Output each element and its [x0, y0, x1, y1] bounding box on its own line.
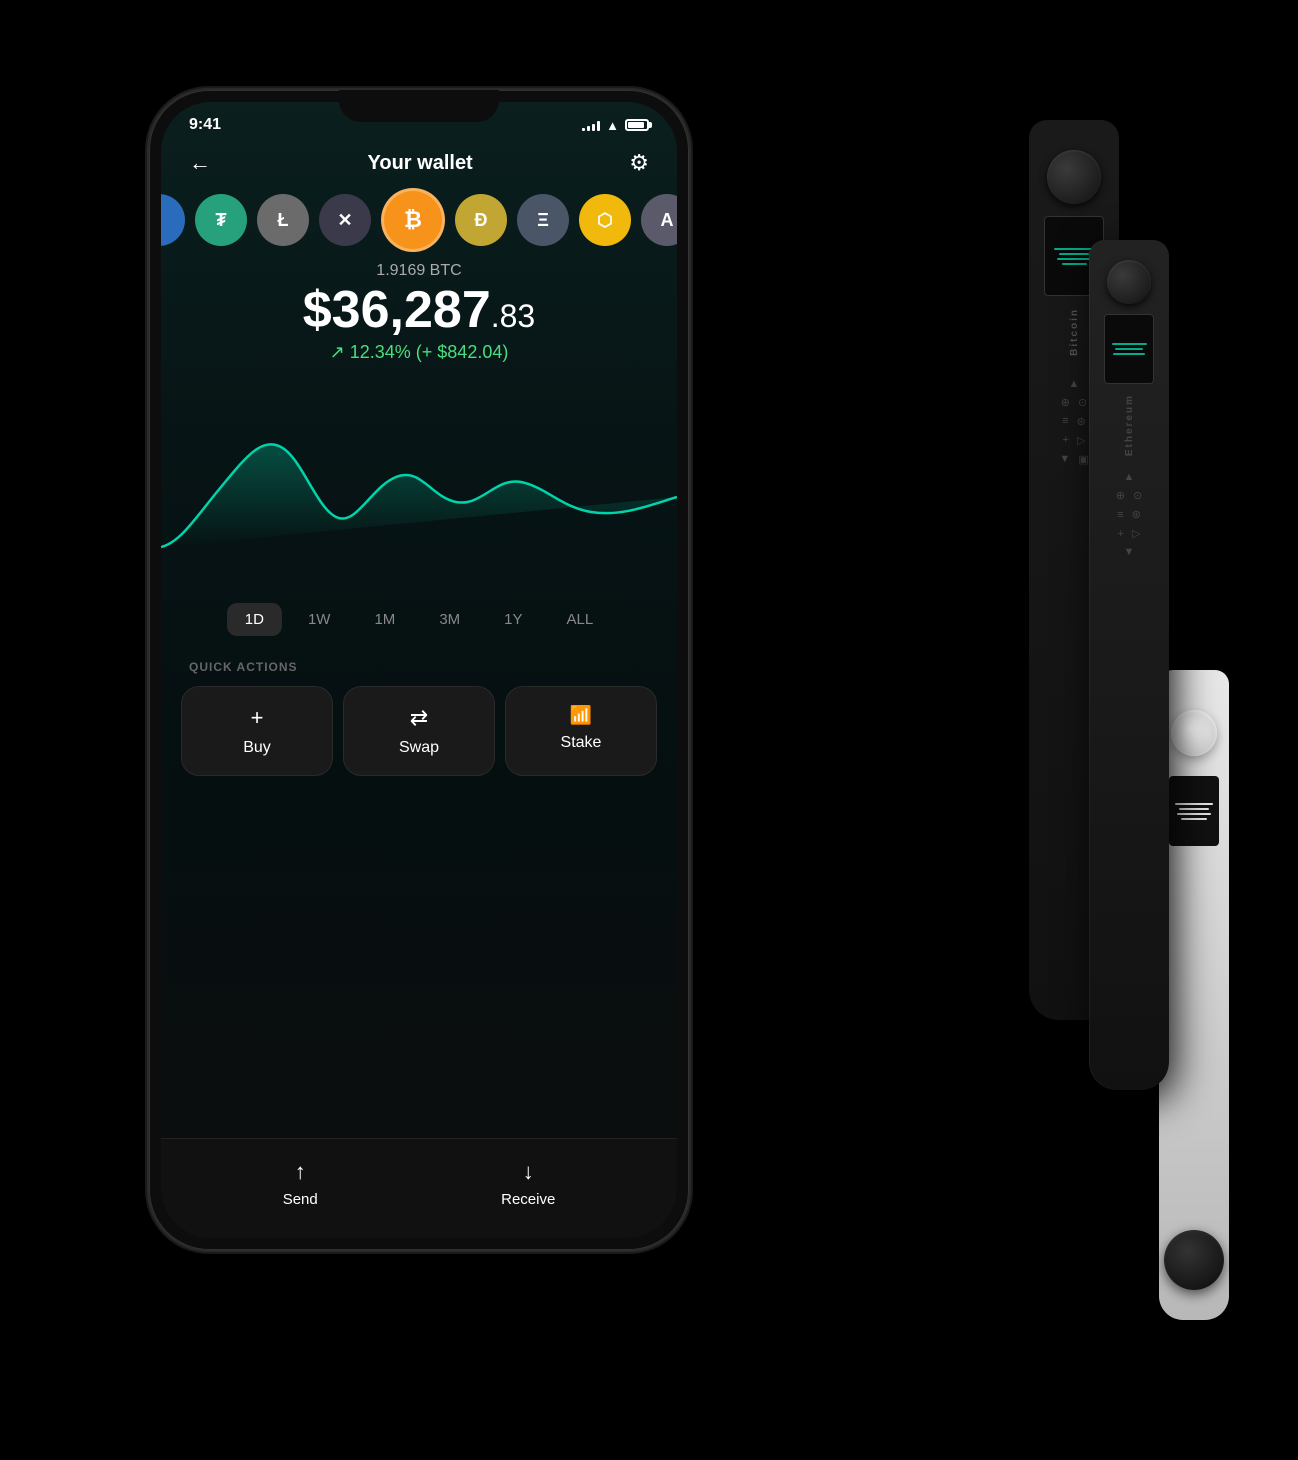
coin-item-btc[interactable]: ₿ — [381, 188, 445, 252]
stake-button[interactable]: 📶 Stake — [505, 686, 657, 776]
hardware-wallet-white — [1159, 670, 1229, 1320]
phone-device: 9:41 ▲ ← Your wallet — [149, 90, 689, 1250]
hw-front-c6: ▷ — [1132, 527, 1140, 540]
hw-icon-3: ≡ — [1062, 415, 1068, 427]
balance-crypto: 1.9169 BTC — [181, 262, 657, 280]
buy-label: Buy — [243, 739, 271, 757]
send-icon: ↑ — [295, 1159, 306, 1185]
coin-item-doge[interactable]: Ð — [455, 194, 507, 246]
hw-front-label: Ethereum — [1124, 394, 1135, 456]
battery-icon — [625, 119, 649, 131]
hw-icon-1: ⊕ — [1061, 396, 1070, 409]
hw-white-screen — [1169, 776, 1219, 846]
swap-button[interactable]: ⇄ Swap — [343, 686, 495, 776]
price-chart — [161, 387, 677, 587]
hw-front-c1: ⊕ — [1116, 489, 1125, 502]
time-btn-all[interactable]: ALL — [549, 603, 612, 636]
plus-icon: + — [251, 705, 264, 731]
hw-front-screen — [1104, 314, 1154, 384]
bottom-navigation: ↑ Send ↓ Receive — [161, 1138, 677, 1238]
coin-row: ₮ Ł ✕ ₿ Ð Ξ ⬡ A — [161, 188, 677, 252]
coin-item-algo[interactable]: A — [641, 194, 677, 246]
receive-button[interactable]: ↓ Receive — [501, 1159, 555, 1208]
swap-label: Swap — [399, 739, 439, 757]
time-btn-1w[interactable]: 1W — [290, 603, 349, 636]
coin-item-partial[interactable] — [161, 194, 185, 246]
hw-front-button — [1107, 260, 1151, 304]
coin-item-tether[interactable]: ₮ — [195, 194, 247, 246]
coin-item-litecoin[interactable]: Ł — [257, 194, 309, 246]
balance-change: ↗ 12.34% (+ $842.04) — [181, 342, 657, 363]
swap-icon: ⇄ — [410, 705, 428, 731]
buy-button[interactable]: + Buy — [181, 686, 333, 776]
hw-icon-7: ▣ — [1078, 453, 1088, 466]
receive-icon: ↓ — [523, 1159, 534, 1185]
quick-actions-row: + Buy ⇄ Swap 📶 Stake — [161, 686, 677, 776]
hw-front-up: ▲ — [1124, 471, 1135, 483]
balance-usd: $36,287.83 — [181, 284, 657, 336]
time-range-selector: 1D 1W 1M 3M 1Y ALL — [161, 587, 677, 652]
time-btn-1d[interactable]: 1D — [227, 603, 282, 636]
scene: 9:41 ▲ ← Your wallet — [99, 40, 1199, 1420]
hw-icon-6: ▷ — [1077, 434, 1085, 447]
hw-icon-2: ⊙ — [1078, 396, 1087, 409]
balance-section: 1.9169 BTC $36,287.83 ↗ 12.34% (+ $842.0… — [161, 252, 677, 363]
coin-item-bnb[interactable]: ⬡ — [579, 194, 631, 246]
hw-white-bottom-circle — [1164, 1230, 1224, 1290]
phone-screen: 9:41 ▲ ← Your wallet — [161, 102, 677, 1238]
send-label: Send — [283, 1191, 318, 1208]
time-btn-1m[interactable]: 1M — [356, 603, 413, 636]
chart-svg — [161, 387, 677, 587]
status-time: 9:41 — [189, 116, 221, 134]
balance-cents: .83 — [491, 298, 535, 334]
balance-main: $36,287 — [303, 281, 491, 339]
wifi-icon: ▲ — [606, 118, 619, 133]
hw-front-c2: ⊙ — [1133, 489, 1142, 502]
time-btn-3m[interactable]: 3M — [421, 603, 478, 636]
quick-actions-label: QUICK ACTIONS — [161, 652, 677, 686]
status-icons: ▲ — [582, 118, 649, 133]
hw-icon-4: ⊛ — [1077, 415, 1086, 428]
hw-down-icon: ▼ — [1059, 453, 1070, 465]
hw-front-down: ▼ — [1124, 546, 1135, 558]
back-button[interactable]: ← — [189, 150, 211, 176]
page-header: ← Your wallet ⚙ — [161, 134, 677, 188]
chart-fill — [161, 444, 677, 547]
hw-white-button — [1171, 710, 1217, 756]
coin-item-xrp[interactable]: ✕ — [319, 194, 371, 246]
receive-label: Receive — [501, 1191, 555, 1208]
stake-icon: 📶 — [570, 705, 592, 726]
signal-icon — [582, 119, 600, 131]
hw-controls-back: ▲ ⊕ ⊙ ≡ ⊛ + ▷ ▼ ▣ — [1059, 378, 1088, 466]
stake-label: Stake — [561, 734, 602, 752]
hw-back-label: Bitcoin — [1069, 308, 1080, 356]
hw-main-button — [1047, 150, 1101, 204]
hw-front-controls: ▲ ⊕ ⊙ ≡ ⊛ + ▷ ▼ — [1116, 471, 1142, 558]
send-button[interactable]: ↑ Send — [283, 1159, 318, 1208]
phone-notch — [339, 90, 499, 122]
hardware-wallet-front: Ethereum ▲ ⊕ ⊙ ≡ ⊛ + ▷ ▼ — [1089, 240, 1169, 1090]
time-btn-1y[interactable]: 1Y — [486, 603, 540, 636]
hw-front-c5: + — [1118, 528, 1124, 540]
hw-front-c3: ≡ — [1117, 509, 1123, 521]
hw-up-icon: ▲ — [1069, 378, 1080, 390]
coin-item-eth[interactable]: Ξ — [517, 194, 569, 246]
page-title: Your wallet — [368, 152, 473, 175]
settings-icon[interactable]: ⚙ — [629, 150, 649, 176]
hw-icon-5: + — [1063, 434, 1069, 446]
hw-front-c4: ⊛ — [1132, 508, 1141, 521]
